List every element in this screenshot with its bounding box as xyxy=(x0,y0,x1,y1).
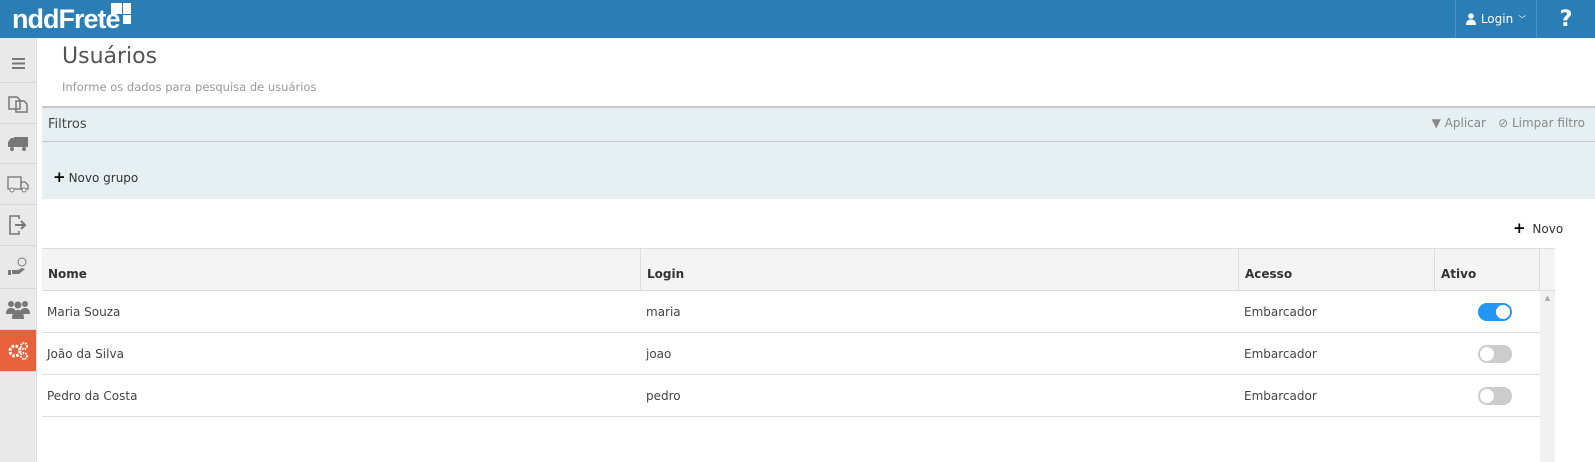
apply-label: Aplicar xyxy=(1444,116,1487,130)
plus-icon: + xyxy=(53,168,66,186)
cell-acesso: Embarcador xyxy=(1244,388,1317,403)
active-toggle[interactable] xyxy=(1478,386,1512,405)
login-label: Login xyxy=(1480,12,1514,26)
filters-header: Filtros xyxy=(42,108,1595,142)
cell-acesso: Embarcador xyxy=(1244,304,1317,319)
cell-acesso: Embarcador xyxy=(1244,346,1317,361)
sidebar-item-settings[interactable] xyxy=(0,330,36,372)
apply-filter-button[interactable]: ▼ Aplicar xyxy=(1432,116,1486,130)
sidebar-item-delivery[interactable] xyxy=(0,164,36,205)
delivery-truck-icon xyxy=(7,176,29,193)
column-header-nome[interactable]: Nome xyxy=(42,249,641,291)
ban-icon: ⊘ xyxy=(1498,116,1509,130)
new-label: Novo xyxy=(1532,222,1564,236)
top-bar: nddFrete Login ﹀ ? xyxy=(0,0,1595,38)
user-icon xyxy=(1465,13,1476,25)
table-header: Nome Login Acesso Ativo xyxy=(42,248,1555,291)
new-group-label: Novo grupo xyxy=(68,171,139,185)
payment-icon xyxy=(8,257,27,275)
new-group-button[interactable]: + Novo grupo xyxy=(53,168,138,186)
filter-icon: ▼ xyxy=(1431,116,1441,130)
logo-square xyxy=(123,15,131,24)
cell-login: pedro xyxy=(646,388,681,403)
sidebar-item-users[interactable] xyxy=(0,289,36,330)
export-icon xyxy=(9,215,27,235)
cell-nome: Maria Souza xyxy=(47,304,121,319)
active-toggle[interactable] xyxy=(1478,344,1512,363)
logo-square xyxy=(111,3,122,14)
column-header-acesso[interactable]: Acesso xyxy=(1239,249,1435,291)
plus-icon: + xyxy=(1513,219,1526,237)
cell-nome: João da Silva xyxy=(47,346,124,361)
sidebar-item-export[interactable] xyxy=(0,205,36,246)
documents-icon xyxy=(8,96,28,113)
active-toggle[interactable] xyxy=(1478,302,1512,321)
page-title: Usuários xyxy=(62,44,158,69)
sidebar-item-documents[interactable] xyxy=(0,83,36,124)
filters-title: Filtros xyxy=(48,117,87,132)
column-header-ativo[interactable]: Ativo xyxy=(1435,249,1540,291)
truck-icon xyxy=(8,136,28,151)
login-menu-button[interactable]: Login ﹀ xyxy=(1455,0,1537,38)
sidebar-item-payments[interactable] xyxy=(0,246,36,289)
logo[interactable]: nddFrete xyxy=(12,4,121,35)
users-table: Nome Login Acesso Ativo Maria Souza mari… xyxy=(42,248,1555,417)
page-subtitle: Informe os dados para pesquisa de usuári… xyxy=(62,80,317,94)
table-row[interactable]: Pedro da Costa pedro Embarcador xyxy=(42,375,1540,417)
menu-icon xyxy=(11,58,25,69)
sidebar-item-truck[interactable] xyxy=(0,124,36,164)
gears-icon xyxy=(8,341,28,360)
logo-square xyxy=(123,3,131,14)
cell-nome: Pedro da Costa xyxy=(47,388,138,403)
cell-login: maria xyxy=(646,304,681,319)
filters-panel: Filtros ▼ Aplicar ⊘ Limpar filtro + Novo … xyxy=(42,106,1595,199)
column-header-login[interactable]: Login xyxy=(641,249,1239,291)
users-icon xyxy=(6,301,30,319)
cell-login: joao xyxy=(646,346,672,361)
chevron-down-icon: ﹀ xyxy=(1518,14,1527,24)
help-button[interactable]: ? xyxy=(1537,0,1595,38)
sidebar xyxy=(0,38,37,462)
logo-text: nddFrete xyxy=(12,4,121,34)
sidebar-menu-toggle[interactable] xyxy=(0,45,36,83)
clear-filter-button[interactable]: ⊘ Limpar filtro xyxy=(1498,116,1585,130)
new-user-button[interactable]: + Novo xyxy=(1513,219,1563,237)
table-scrollbar[interactable]: ▲ xyxy=(1540,291,1555,462)
table-row[interactable]: Maria Souza maria Embarcador xyxy=(42,291,1540,333)
help-icon: ? xyxy=(1559,6,1573,32)
scroll-up-arrow-icon[interactable]: ▲ xyxy=(1540,294,1555,302)
clear-label: Limpar filtro xyxy=(1511,116,1585,130)
table-row[interactable]: João da Silva joao Embarcador xyxy=(42,333,1540,375)
